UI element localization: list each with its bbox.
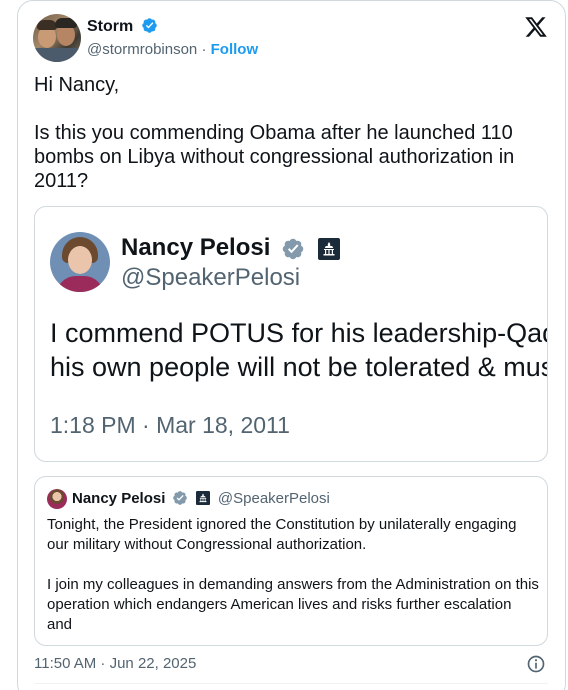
embedded-handle: @SpeakerPelosi xyxy=(121,264,301,291)
capitol-icon xyxy=(195,491,210,505)
embedded-screenshot-image[interactable]: Nancy Pelosi @SpeakerPelosi I commend PO… xyxy=(34,206,548,462)
follow-button[interactable]: Follow xyxy=(211,41,259,58)
info-icon[interactable] xyxy=(526,654,546,674)
embedded-text: I commend POTUS for his leadership-Qadda… xyxy=(50,318,547,382)
tweet-text: Hi Nancy, Is this you commending Obama a… xyxy=(34,74,515,192)
author-avatar[interactable] xyxy=(33,14,81,62)
embedded-name-row: Nancy Pelosi xyxy=(121,233,340,263)
quoted-tweet[interactable]: Nancy Pelosi @SpeakerPelosi Tonight, the… xyxy=(34,476,548,646)
quoted-name: Nancy Pelosi xyxy=(72,490,166,507)
embedded-avatar xyxy=(50,232,110,292)
author-name-row[interactable]: Storm xyxy=(87,17,158,37)
author-handle-line: @stormrobinson · Follow xyxy=(87,40,258,60)
capitol-icon xyxy=(317,237,340,260)
tweet-timestamp[interactable]: 11:50 AM · Jun 22, 2025 xyxy=(34,654,196,674)
author-name[interactable]: Storm xyxy=(87,18,133,35)
verified-badge-icon xyxy=(141,18,157,33)
author-handle[interactable]: @stormrobinson xyxy=(87,41,197,58)
x-logo-icon[interactable] xyxy=(524,15,548,39)
quoted-text: Tonight, the President ignored the Const… xyxy=(47,516,539,633)
quoted-handle: @SpeakerPelosi xyxy=(217,490,330,507)
verified-gray-icon xyxy=(172,491,187,505)
embedded-name: Nancy Pelosi xyxy=(121,234,271,261)
quoted-header: Nancy Pelosi @SpeakerPelosi xyxy=(72,489,330,509)
embedded-timestamp: 1:18 PM · Mar 18, 2011 xyxy=(50,412,290,438)
quoted-avatar xyxy=(47,489,67,509)
verified-gray-icon xyxy=(282,238,304,259)
handle-separator: · xyxy=(201,41,207,58)
footer-divider xyxy=(34,683,548,684)
